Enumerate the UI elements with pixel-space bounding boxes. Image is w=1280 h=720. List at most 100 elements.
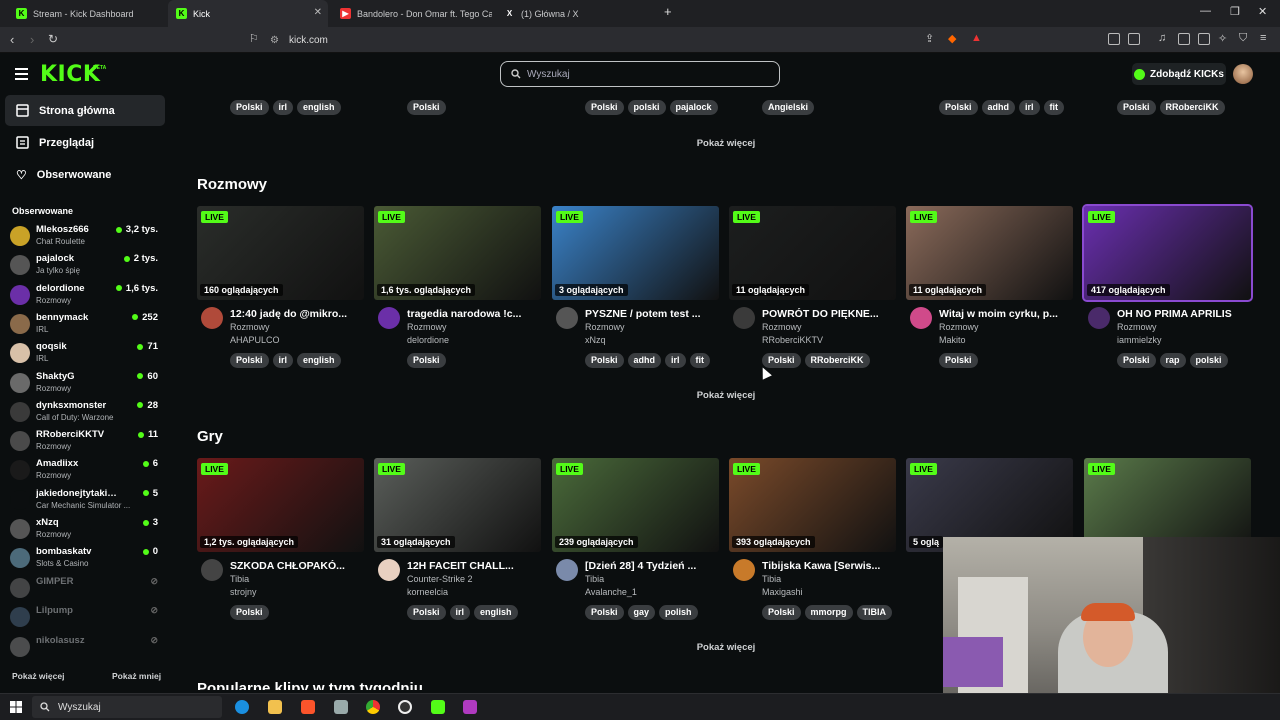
stream-thumbnail[interactable]: LIVE 1,6 tys. oglądających bbox=[374, 206, 541, 300]
stream-thumbnail[interactable]: LIVE 239 oglądających bbox=[552, 458, 719, 552]
followed-channel[interactable]: ShaktyG Rozmowy 60 bbox=[10, 370, 160, 396]
stream-title[interactable]: SZKODA CHŁOPAKÓ... bbox=[230, 560, 360, 572]
app-icon[interactable] bbox=[334, 700, 348, 714]
browser-tab-kick-dashboard[interactable]: K Stream - Kick Dashboard bbox=[8, 0, 166, 27]
tag[interactable]: Polski bbox=[407, 353, 446, 368]
obs-icon[interactable] bbox=[398, 700, 412, 714]
offline-channel[interactable]: nikolasusz ⊘ bbox=[10, 634, 160, 660]
stream-category[interactable]: Rozmowy bbox=[939, 322, 979, 332]
tag[interactable]: Polski bbox=[585, 353, 624, 368]
stream-title[interactable]: OH NO PRIMA APRILIS bbox=[1117, 308, 1247, 320]
tag[interactable]: TIBIA bbox=[856, 605, 893, 620]
stream-card[interactable]: LIVE 31 oglądających 12H FACEIT CHALL... Co… bbox=[374, 458, 541, 628]
tag[interactable]: Polski bbox=[1117, 100, 1156, 115]
stream-thumbnail[interactable]: LIVE 417 oglądających bbox=[1082, 204, 1253, 302]
stream-card[interactable]: LIVE 11 oglądających POWRÓT DO PIĘKNE... Ro… bbox=[729, 206, 896, 376]
tag[interactable]: pajalock bbox=[669, 100, 718, 115]
stream-thumbnail[interactable]: LIVE 1,2 tys. oglądających bbox=[197, 458, 364, 552]
tag[interactable]: mmorpg bbox=[804, 605, 853, 620]
minimize-icon[interactable]: — bbox=[1200, 5, 1211, 17]
get-kicks-button[interactable]: Zdobądź KICKs bbox=[1132, 63, 1226, 85]
tag[interactable]: polski bbox=[1189, 353, 1228, 368]
offline-channel[interactable]: Lilpump ⊘ bbox=[10, 604, 160, 630]
streamer-name[interactable]: korneelcia bbox=[407, 587, 448, 597]
tag[interactable]: Angielski bbox=[762, 100, 815, 115]
show-more-rozmowy[interactable]: Pokaż więcej bbox=[172, 390, 1280, 401]
sidebar-nav-browse[interactable]: Przeglądaj bbox=[5, 127, 165, 158]
tag[interactable]: Polski bbox=[1117, 353, 1156, 368]
streamer-avatar[interactable] bbox=[201, 307, 223, 329]
stream-category[interactable]: Rozmowy bbox=[762, 322, 802, 332]
browser-tab-x[interactable]: X (1) Główna / X bbox=[496, 0, 656, 27]
site-info-icon[interactable]: ⚙ bbox=[270, 35, 279, 46]
tag[interactable]: Polski bbox=[230, 353, 269, 368]
streamer-avatar[interactable] bbox=[378, 559, 400, 581]
streamer-avatar[interactable] bbox=[201, 559, 223, 581]
wallet-icon[interactable] bbox=[1198, 33, 1210, 45]
close-window-icon[interactable]: ✕ bbox=[1258, 5, 1267, 18]
tag[interactable]: irl bbox=[449, 605, 471, 620]
streamer-avatar[interactable] bbox=[910, 307, 932, 329]
tag[interactable]: Polski bbox=[939, 353, 978, 368]
followed-channel[interactable]: qoqsik IRL 71 bbox=[10, 340, 160, 366]
tag[interactable]: Polski bbox=[585, 605, 624, 620]
stream-category[interactable]: Rozmowy bbox=[230, 322, 270, 332]
app2-icon[interactable] bbox=[463, 700, 477, 714]
followed-channel[interactable]: bennymack IRL 252 bbox=[10, 311, 160, 337]
brave-icon[interactable] bbox=[301, 700, 315, 714]
stream-title[interactable]: Tibijska Kawa [Serwis... bbox=[762, 560, 892, 572]
tag[interactable]: Polski bbox=[407, 605, 446, 620]
stream-category[interactable]: Rozmowy bbox=[407, 322, 447, 332]
show-more-previous[interactable]: Pokaż więcej bbox=[172, 138, 1280, 149]
tag[interactable]: Polski bbox=[407, 100, 446, 115]
streamer-name[interactable]: Makito bbox=[939, 335, 966, 345]
followed-channel[interactable]: pajalock Ja tylko śpię 2 tys. bbox=[10, 252, 160, 278]
chrome-icon[interactable] bbox=[366, 700, 380, 714]
tag[interactable]: polish bbox=[659, 605, 698, 620]
back-icon[interactable]: ‹ bbox=[10, 32, 14, 47]
tag[interactable]: RRoberciKK bbox=[804, 353, 870, 368]
followed-channel[interactable]: xNzq Rozmowy 3 bbox=[10, 516, 160, 542]
reload-icon[interactable]: ↻ bbox=[48, 32, 58, 46]
tag[interactable]: Polski bbox=[939, 100, 978, 115]
tag[interactable]: english bbox=[297, 100, 341, 115]
streamer-name[interactable]: AHAPULCO bbox=[230, 335, 280, 345]
streamer-name[interactable]: delordione bbox=[407, 335, 449, 345]
stream-category[interactable]: Tibia bbox=[762, 574, 781, 584]
share-icon[interactable]: ⇪ bbox=[925, 32, 934, 45]
tag[interactable]: english bbox=[297, 353, 341, 368]
sidebar-nav-home[interactable]: Strona główna bbox=[5, 95, 165, 126]
hamburger-menu-icon[interactable] bbox=[15, 68, 28, 80]
leo-ai-icon[interactable]: ✧ bbox=[1218, 32, 1227, 45]
stream-category[interactable]: Rozmowy bbox=[1117, 322, 1157, 332]
sidebar-nav-following[interactable]: ♡ Obserwowane bbox=[5, 159, 165, 190]
tag[interactable]: irl bbox=[1019, 100, 1040, 115]
streamer-avatar[interactable] bbox=[556, 559, 578, 581]
tag[interactable]: Polski bbox=[762, 605, 801, 620]
tag[interactable]: fit bbox=[1043, 100, 1065, 115]
streamer-avatar[interactable] bbox=[733, 307, 755, 329]
followed-channel[interactable]: dynksxmonster Call of Duty: Warzone 28 bbox=[10, 399, 160, 425]
tag[interactable]: Polski bbox=[585, 100, 624, 115]
streamer-avatar[interactable] bbox=[1088, 307, 1110, 329]
stream-card[interactable]: LIVE 11 oglądających Witaj w moim cyrku, p… bbox=[906, 206, 1073, 376]
stream-thumbnail[interactable]: LIVE 31 oglądających bbox=[374, 458, 541, 552]
streamer-name[interactable]: iammielzky bbox=[1117, 335, 1162, 345]
followed-channel[interactable]: Amadiixx Rozmowy 6 bbox=[10, 457, 160, 483]
stream-thumbnail[interactable]: LIVE 11 oglądających bbox=[729, 206, 896, 300]
tag[interactable]: RRoberciKK bbox=[1159, 100, 1225, 115]
stream-title[interactable]: PYSZNE / potem test ... bbox=[585, 308, 715, 320]
stream-title[interactable]: 12:40 jadę do @mikro... bbox=[230, 308, 360, 320]
streamer-avatar[interactable] bbox=[733, 559, 755, 581]
tag[interactable]: irl bbox=[272, 353, 294, 368]
streamer-name[interactable]: RRoberciKKTV bbox=[762, 335, 823, 345]
stream-category[interactable]: Rozmowy bbox=[585, 322, 625, 332]
stream-card[interactable]: LIVE 393 oglądających Tibijska Kawa [Serwi… bbox=[729, 458, 896, 628]
stream-title[interactable]: 12H FACEIT CHALL... bbox=[407, 560, 537, 572]
kick-logo[interactable]: KICK bbox=[40, 64, 100, 86]
followed-channel[interactable]: jakiedonejtytakiestri...Car Mechanic Sim… bbox=[10, 487, 160, 513]
stream-card[interactable]: LIVE 1,2 tys. oglądających SZKODA CHŁOPAKÓ… bbox=[197, 458, 364, 628]
menu-icon[interactable]: ≡ bbox=[1260, 32, 1266, 44]
tag[interactable]: adhd bbox=[981, 100, 1016, 115]
screenshot-icon[interactable] bbox=[1128, 33, 1140, 45]
